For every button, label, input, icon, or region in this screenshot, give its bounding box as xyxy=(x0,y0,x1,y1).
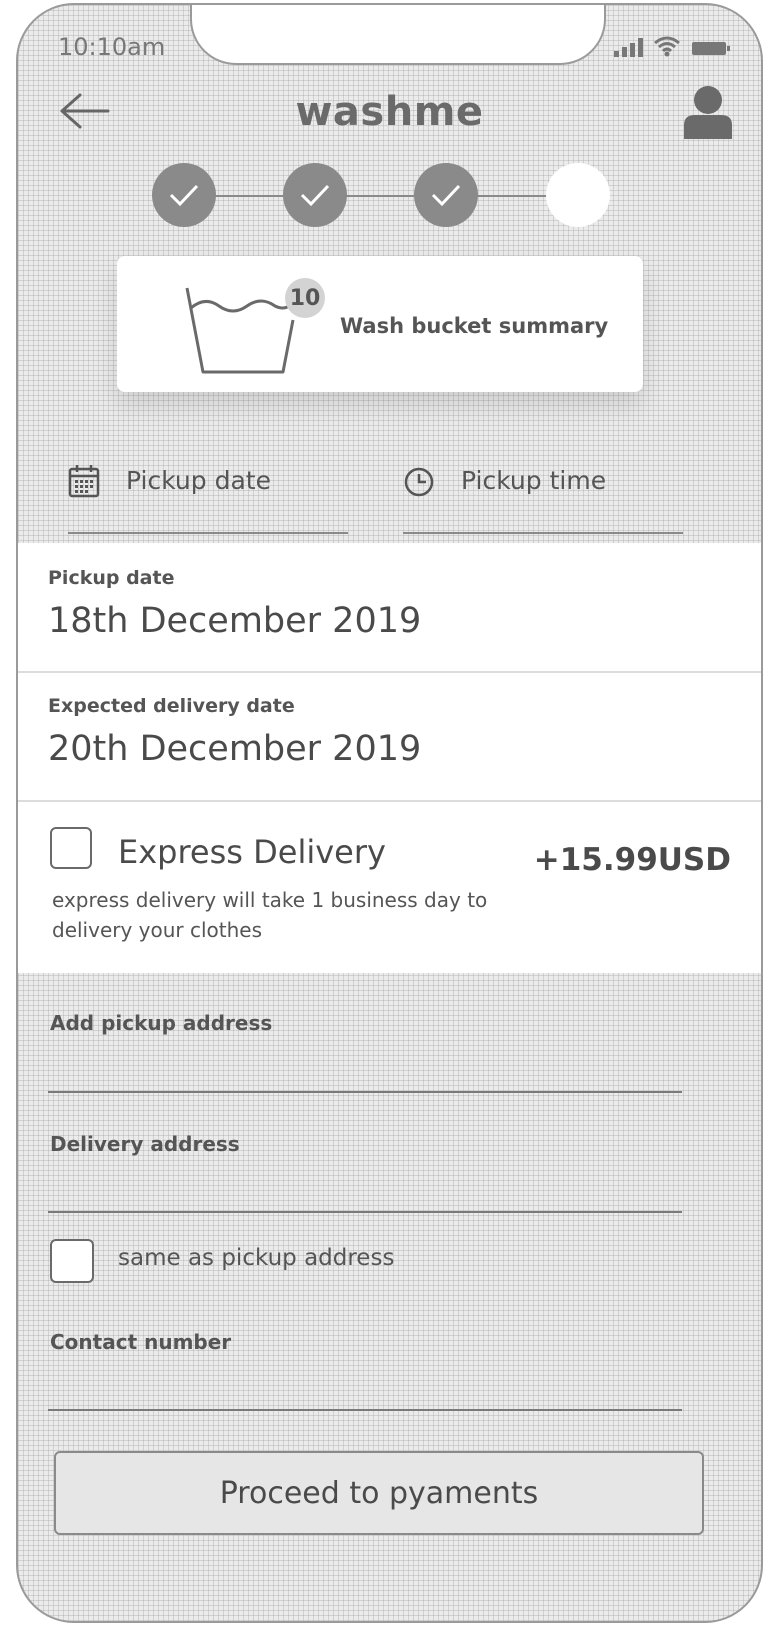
contact-number-label: Contact number xyxy=(50,1330,232,1354)
check-icon xyxy=(300,184,330,207)
summary-label: Wash bucket summary xyxy=(340,314,609,338)
signal-icon xyxy=(614,37,643,57)
calendar-icon xyxy=(68,465,100,498)
express-delivery-checkbox[interactable] xyxy=(50,827,92,869)
stepper-connector xyxy=(475,195,555,197)
pickup-date-picker[interactable]: Pickup date xyxy=(68,460,348,534)
check-icon xyxy=(169,184,199,207)
express-delivery-title: Express Delivery xyxy=(118,833,386,871)
pickup-time-label: Pickup time xyxy=(461,466,607,495)
same-as-pickup-label: same as pickup address xyxy=(118,1245,395,1271)
stepper-connector xyxy=(344,195,424,197)
pickup-address-label: Add pickup address xyxy=(50,1011,273,1035)
stepper-connector xyxy=(212,195,292,197)
pickup-date-label: Pickup date xyxy=(126,466,271,495)
same-as-pickup-checkbox[interactable] xyxy=(50,1239,94,1283)
express-delivery-price: +15.99USD xyxy=(533,842,731,878)
status-time: 10:10am xyxy=(58,33,166,61)
express-delivery-description: express delivery will take 1 business da… xyxy=(52,888,488,942)
wash-bucket-summary-card[interactable]: 10 Wash bucket summary xyxy=(117,256,643,392)
proceed-to-payments-button[interactable]: Proceed to pyaments xyxy=(54,1451,704,1535)
app-logo: washme xyxy=(295,89,484,135)
device-notch xyxy=(190,5,606,65)
pickup-date-heading: Pickup date xyxy=(48,567,175,589)
wifi-icon xyxy=(654,36,680,57)
delivery-address-label: Delivery address xyxy=(50,1132,240,1156)
order-info-panel: Pickup date 18th December 2019 Expected … xyxy=(18,543,761,973)
pickup-date-row: Pickup date 18th December 2019 xyxy=(18,543,761,673)
step-1-completed xyxy=(152,163,216,227)
contact-number-input[interactable] xyxy=(48,1371,682,1411)
step-4-pending xyxy=(546,163,610,227)
item-count-badge: 10 xyxy=(285,278,325,318)
delivery-date-heading: Expected delivery date xyxy=(48,695,295,717)
pickup-date-value: 18th December 2019 xyxy=(48,601,422,641)
pickup-time-picker[interactable]: Pickup time xyxy=(403,460,683,534)
delivery-date-row: Expected delivery date 20th December 201… xyxy=(18,673,761,802)
step-3-completed xyxy=(414,163,478,227)
status-icons xyxy=(614,35,731,57)
delivery-date-value: 20th December 2019 xyxy=(48,729,422,769)
user-icon[interactable] xyxy=(683,85,733,139)
pickup-address-input[interactable] xyxy=(48,1053,682,1093)
delivery-address-input[interactable] xyxy=(48,1173,682,1213)
battery-icon xyxy=(692,42,730,55)
clock-icon xyxy=(404,467,434,497)
progress-stepper xyxy=(152,163,612,229)
step-2-completed xyxy=(283,163,347,227)
check-icon xyxy=(431,184,461,207)
phone-frame: 10:10am washme 10 Wash bucket summary Pi… xyxy=(16,3,763,1623)
